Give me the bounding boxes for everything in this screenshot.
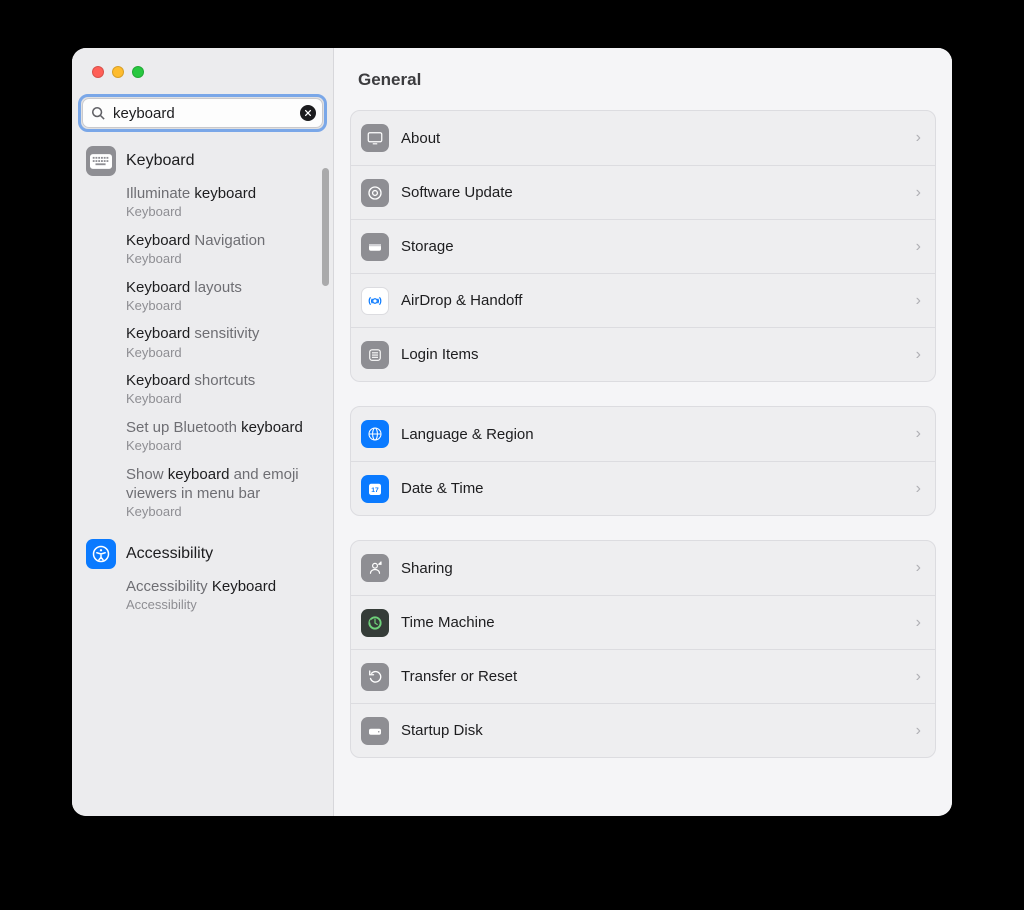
page-title: General [358, 70, 952, 90]
chevron-right-icon: › [916, 668, 925, 686]
software-update-icon [361, 179, 389, 207]
search-result[interactable]: Keyboard Navigation Keyboard [76, 225, 329, 272]
chevron-right-icon: › [916, 425, 925, 443]
search-input[interactable] [82, 98, 323, 128]
about-icon [361, 124, 389, 152]
date-time-icon: 17 [361, 475, 389, 503]
svg-text:17: 17 [371, 487, 379, 494]
row-sharing[interactable]: Sharing › [351, 541, 935, 595]
chevron-right-icon: › [916, 184, 925, 202]
keyboard-icon [86, 146, 116, 176]
sidebar-category-accessibility[interactable]: Accessibility [76, 535, 329, 571]
row-software-update[interactable]: Software Update › [351, 165, 935, 219]
search-result[interactable]: Illuminate keyboard Keyboard [76, 178, 329, 225]
settings-group: Language & Region › 17 Date & Time › [350, 406, 936, 516]
close-window-button[interactable] [92, 66, 104, 78]
chevron-right-icon: › [916, 292, 925, 310]
chevron-right-icon: › [916, 559, 925, 577]
row-login-items[interactable]: Login Items › [351, 327, 935, 381]
row-time-machine[interactable]: Time Machine › [351, 595, 935, 649]
main-panel: General About › Software Update › [334, 48, 952, 816]
time-machine-icon [361, 609, 389, 637]
chevron-right-icon: › [916, 722, 925, 740]
search-result[interactable]: Accessibility Keyboard Accessibility [76, 571, 329, 618]
settings-window: Keyboard Illuminate keyboard Keyboard Ke… [72, 48, 952, 816]
settings-group: About › Software Update › Storage › [350, 110, 936, 382]
clear-search-icon[interactable] [300, 105, 316, 121]
row-transfer-reset[interactable]: Transfer or Reset › [351, 649, 935, 703]
search-icon [91, 106, 105, 120]
chevron-right-icon: › [916, 346, 925, 364]
startup-disk-icon [361, 717, 389, 745]
search-result[interactable]: Keyboard sensitivity Keyboard [76, 318, 329, 365]
search-result[interactable]: Keyboard shortcuts Keyboard [76, 365, 329, 412]
zoom-window-button[interactable] [132, 66, 144, 78]
search-result[interactable]: Set up Bluetooth keyboard Keyboard [76, 412, 329, 459]
settings-group: Sharing › Time Machine › Transfer or Res… [350, 540, 936, 758]
sidebar: Keyboard Illuminate keyboard Keyboard Ke… [72, 48, 334, 816]
sidebar-results: Keyboard Illuminate keyboard Keyboard Ke… [72, 134, 333, 816]
login-items-icon [361, 341, 389, 369]
search-wrap [82, 98, 323, 128]
sidebar-category-label: Keyboard [126, 152, 195, 170]
chevron-right-icon: › [916, 480, 925, 498]
window-controls [72, 48, 333, 84]
row-language-region[interactable]: Language & Region › [351, 407, 935, 461]
row-storage[interactable]: Storage › [351, 219, 935, 273]
search-result[interactable]: Show keyboard and emoji viewers in menu … [76, 459, 329, 525]
search-result[interactable]: Keyboard layouts Keyboard [76, 272, 329, 319]
row-date-time[interactable]: 17 Date & Time › [351, 461, 935, 515]
row-airdrop-handoff[interactable]: AirDrop & Handoff › [351, 273, 935, 327]
globe-icon [361, 420, 389, 448]
transfer-reset-icon [361, 663, 389, 691]
sidebar-scrollbar[interactable] [322, 168, 329, 286]
row-about[interactable]: About › [351, 111, 935, 165]
accessibility-icon [86, 539, 116, 569]
minimize-window-button[interactable] [112, 66, 124, 78]
chevron-right-icon: › [916, 129, 925, 147]
sidebar-category-label: Accessibility [126, 545, 213, 563]
sharing-icon [361, 554, 389, 582]
airdrop-icon [361, 287, 389, 315]
chevron-right-icon: › [916, 614, 925, 632]
sidebar-category-keyboard[interactable]: Keyboard [76, 142, 329, 178]
storage-icon [361, 233, 389, 261]
row-startup-disk[interactable]: Startup Disk › [351, 703, 935, 757]
main-header: General [334, 48, 952, 104]
chevron-right-icon: › [916, 238, 925, 256]
